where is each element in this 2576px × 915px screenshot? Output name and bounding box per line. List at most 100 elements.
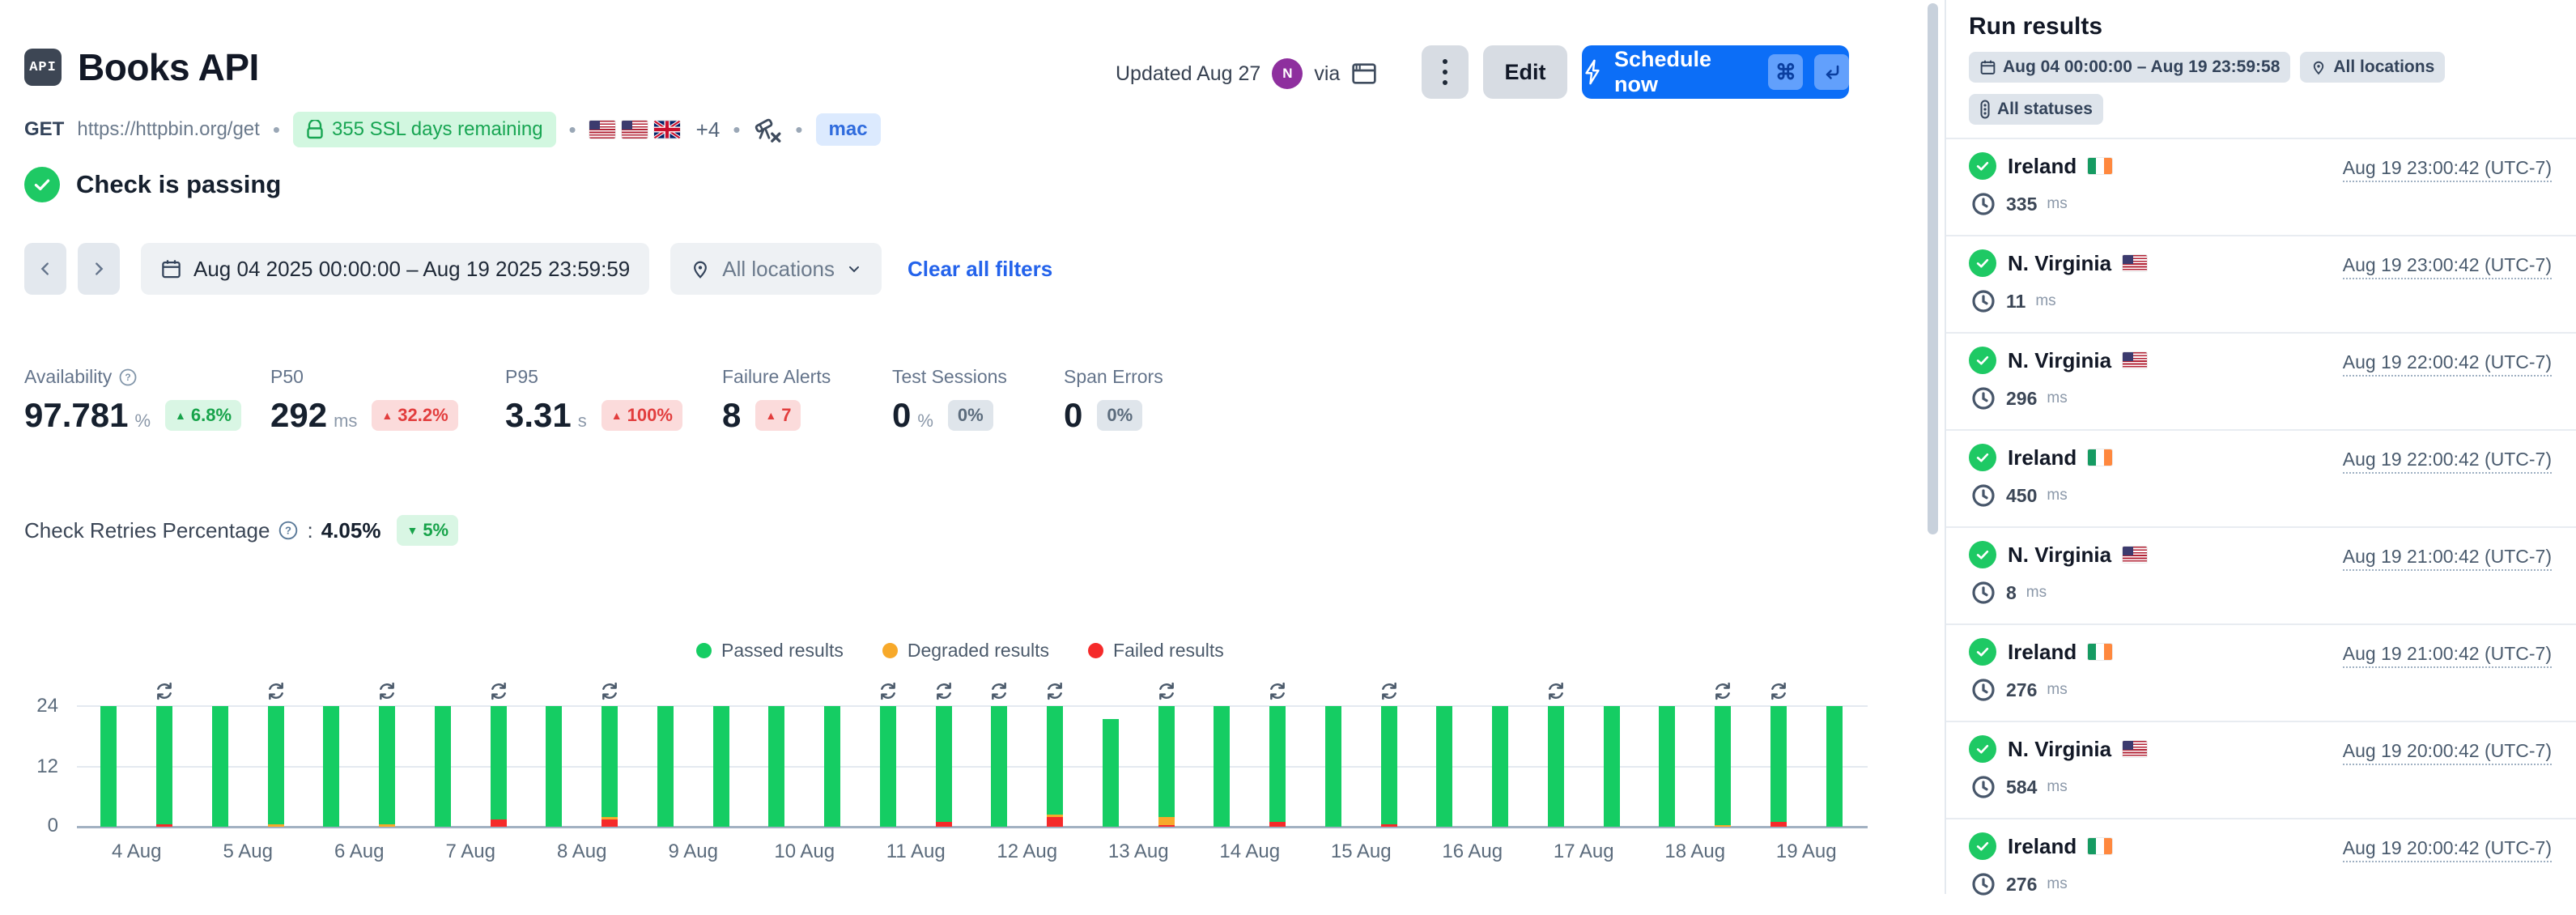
- retries-value: 4.05%: [321, 518, 381, 543]
- result-bar[interactable]: [916, 706, 971, 827]
- day-group-6-aug: [304, 706, 415, 827]
- passed-segment: [546, 706, 562, 827]
- result-bar[interactable]: [1306, 706, 1362, 827]
- run-results-date-chip[interactable]: Aug 04 00:00:00 – Aug 19 23:59:58: [1969, 52, 2290, 83]
- browser-window-icon: [1351, 62, 1377, 86]
- flag-us-icon: [2123, 547, 2147, 563]
- ssl-badge: 355 SSL days remaining: [293, 112, 556, 147]
- result-bar[interactable]: [415, 706, 471, 827]
- result-bar[interactable]: [1250, 706, 1306, 827]
- result-bar[interactable]: [526, 706, 582, 827]
- result-bar[interactable]: [304, 706, 359, 827]
- result-bar[interactable]: [1695, 706, 1751, 827]
- result-bar[interactable]: [1583, 706, 1639, 827]
- page-header: API Books API: [24, 45, 259, 89]
- result-passed-icon: [1969, 249, 1996, 277]
- result-timestamp-link[interactable]: Aug 19 22:00:42 (UTC-7): [2343, 449, 2552, 474]
- result-bar[interactable]: [81, 706, 137, 827]
- result-bar[interactable]: [638, 706, 694, 827]
- delta-value: 6.8%: [191, 405, 232, 426]
- failed-segment: [1381, 824, 1397, 827]
- result-bar[interactable]: [582, 706, 638, 827]
- result-timestamp-link[interactable]: Aug 19 22:00:42 (UTC-7): [2343, 351, 2552, 377]
- help-icon[interactable]: ?: [278, 520, 299, 541]
- result-bar[interactable]: [749, 706, 805, 827]
- run-results-date-chip-label: Aug 04 00:00:00 – Aug 19 23:59:58: [2003, 57, 2280, 77]
- result-bar[interactable]: [693, 706, 749, 827]
- metric-unit: s: [578, 411, 587, 432]
- result-bar[interactable]: [805, 706, 861, 827]
- http-method: GET: [24, 118, 64, 141]
- passed-segment: [824, 706, 840, 827]
- x-tick-label: 10 Aug: [749, 841, 861, 863]
- retries-label: Check Retries Percentage: [24, 518, 270, 543]
- next-range-button[interactable]: [78, 243, 120, 295]
- run-result-row[interactable]: Ireland Aug 19 21:00:42 (UTC-7) 276 ms: [1946, 623, 2576, 721]
- result-timestamp-link[interactable]: Aug 19 20:00:42 (UTC-7): [2343, 740, 2552, 765]
- run-result-row[interactable]: N. Virginia Aug 19 23:00:42 (UTC-7) 11 m…: [1946, 235, 2576, 332]
- x-tick-label: 15 Aug: [1306, 841, 1418, 863]
- passed-segment: [880, 706, 896, 827]
- locations-filter-dropdown[interactable]: All locations: [670, 243, 882, 295]
- result-bar[interactable]: [1806, 706, 1862, 827]
- result-bar[interactable]: [861, 706, 916, 827]
- metric-label: Failure Alerts: [722, 366, 831, 388]
- more-options-button[interactable]: [1422, 45, 1469, 99]
- run-result-row[interactable]: Ireland Aug 19 22:00:42 (UTC-7) 450 ms: [1946, 429, 2576, 526]
- scrollbar-thumb[interactable]: [1928, 3, 1938, 534]
- result-bar[interactable]: [1473, 706, 1528, 827]
- result-timestamp-link[interactable]: Aug 19 21:00:42 (UTC-7): [2343, 546, 2552, 571]
- result-location: N. Virginia: [2008, 348, 2111, 373]
- help-icon[interactable]: ?: [118, 368, 138, 387]
- check-url: https://httpbin.org/get: [77, 118, 259, 141]
- run-result-row[interactable]: N. Virginia Aug 19 22:00:42 (UTC-7) 296 …: [1946, 332, 2576, 429]
- edit-button[interactable]: Edit: [1483, 45, 1567, 99]
- day-group-13-aug: [1083, 706, 1195, 827]
- result-bar[interactable]: [193, 706, 249, 827]
- run-result-row[interactable]: N. Virginia Aug 19 21:00:42 (UTC-7) 8 ms: [1946, 526, 2576, 623]
- result-bar[interactable]: [1027, 706, 1083, 827]
- result-bar[interactable]: [1361, 706, 1417, 827]
- result-bar[interactable]: [248, 706, 304, 827]
- result-timestamp-link[interactable]: Aug 19 23:00:42 (UTC-7): [2343, 157, 2552, 182]
- x-tick-label: 9 Aug: [638, 841, 750, 863]
- result-bar[interactable]: [1417, 706, 1473, 827]
- metric-p50: P50 292 ms ▲ 32.2%: [270, 366, 505, 435]
- x-tick-label: 18 Aug: [1639, 841, 1751, 863]
- retry-icon: [988, 680, 1010, 702]
- result-bar[interactable]: [359, 706, 415, 827]
- avatar[interactable]: N: [1272, 58, 1303, 89]
- run-result-row[interactable]: N. Virginia Aug 19 20:00:42 (UTC-7) 584 …: [1946, 721, 2576, 818]
- y-tick-0: 0: [10, 815, 58, 837]
- passed-segment: [768, 706, 784, 827]
- run-result-row[interactable]: Ireland Aug 19 20:00:42 (UTC-7) 276 ms: [1946, 818, 2576, 915]
- day-group-4-aug: [81, 706, 193, 827]
- result-bar[interactable]: [1528, 706, 1584, 827]
- metric-delta-badge: 0%: [948, 400, 993, 431]
- result-bar[interactable]: [1751, 706, 1807, 827]
- prev-range-button[interactable]: [24, 243, 66, 295]
- clear-all-filters-link[interactable]: Clear all filters: [908, 257, 1052, 282]
- schedule-now-button[interactable]: Schedule now ⌘: [1582, 45, 1849, 99]
- result-bar[interactable]: [137, 706, 193, 827]
- date-range-filter[interactable]: Aug 04 2025 00:00:00 – Aug 19 2025 23:59…: [141, 243, 649, 295]
- run-results-locations-chip[interactable]: All locations: [2300, 52, 2445, 83]
- flag-us-icon: [589, 121, 615, 138]
- result-bar[interactable]: [1138, 706, 1194, 827]
- result-timestamp-link[interactable]: Aug 19 20:00:42 (UTC-7): [2343, 837, 2552, 862]
- run-results-statuses-chip[interactable]: All statuses: [1969, 94, 2103, 125]
- result-bar[interactable]: [1083, 706, 1139, 827]
- metrics-row: Availability ? 97.781 % ▲ 6.8% P50 292 m…: [24, 366, 1226, 435]
- result-timestamp-link[interactable]: Aug 19 23:00:42 (UTC-7): [2343, 254, 2552, 279]
- passed-segment: [379, 706, 395, 824]
- result-duration: 335: [2006, 194, 2037, 215]
- result-bar[interactable]: [971, 706, 1027, 827]
- result-timestamp-link[interactable]: Aug 19 21:00:42 (UTC-7): [2343, 643, 2552, 668]
- result-duration-unit: ms: [2047, 389, 2067, 407]
- clock-icon: [1970, 288, 1996, 314]
- run-result-row[interactable]: Ireland Aug 19 23:00:42 (UTC-7) 335 ms: [1946, 138, 2576, 235]
- result-bar[interactable]: [470, 706, 526, 827]
- result-bar[interactable]: [1194, 706, 1250, 827]
- result-bar[interactable]: [1639, 706, 1695, 827]
- y-tick-12: 12: [10, 755, 58, 778]
